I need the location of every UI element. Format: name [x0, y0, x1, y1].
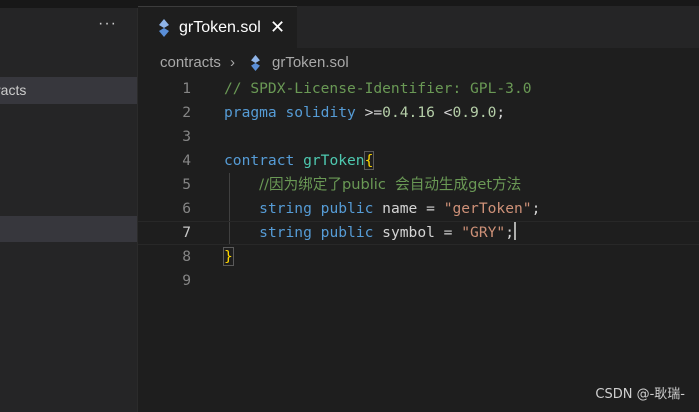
- editor-tab-bar: grToken.sol ✕: [138, 0, 699, 48]
- brace-token: }: [223, 247, 234, 266]
- keyword-token: public: [320, 224, 374, 241]
- tab-grtoken-sol[interactable]: grToken.sol ✕: [138, 6, 297, 48]
- code-line: 5 //因为绑定了public 会自动生成get方法: [138, 173, 699, 197]
- string-token: "GRY": [461, 224, 506, 241]
- line-number: 1: [182, 80, 191, 97]
- brace-token: {: [363, 151, 375, 170]
- version-token: 0.4.16: [382, 104, 435, 121]
- line-number: 6: [182, 200, 191, 217]
- line-number: 9: [182, 272, 191, 289]
- close-icon[interactable]: ✕: [270, 17, 285, 37]
- code-line: 2 pragma solidity >=0.4.16 <0.9.0;: [138, 101, 699, 125]
- breadcrumb-file[interactable]: grToken.sol: [272, 48, 349, 78]
- string-token: "gerToken": [443, 200, 532, 217]
- code-line: 8 }: [138, 245, 699, 269]
- keyword-token: contract: [224, 152, 295, 169]
- code-line: 9: [138, 269, 699, 293]
- operator-token: <: [434, 104, 453, 121]
- line-number: 7: [182, 224, 191, 241]
- more-actions-icon[interactable]: ···: [98, 14, 117, 34]
- identifier-token: name =: [373, 200, 444, 217]
- code-line: 1 // SPDX-License-Identifier: GPL-3.0: [138, 77, 699, 101]
- line-code: }: [223, 245, 234, 269]
- code-line: 3: [138, 125, 699, 149]
- line-code: string public name = "gerToken";: [224, 197, 540, 221]
- punct-token: ;: [531, 200, 541, 217]
- breadcrumb-folder[interactable]: contracts: [160, 48, 221, 78]
- keyword-token: pragma: [224, 104, 277, 121]
- line-number: 2: [182, 104, 191, 121]
- identifier-token: symbol =: [373, 224, 462, 241]
- code-line-current: 7 string public symbol = "GRY";: [138, 221, 699, 245]
- keyword-token: string: [259, 224, 312, 241]
- comment-token: // SPDX-License-Identifier: GPL-3.0: [224, 80, 532, 97]
- explorer-folder-contracts[interactable]: racts: [0, 77, 137, 104]
- line-number: 4: [182, 152, 191, 169]
- text-cursor: [514, 222, 516, 240]
- code-line: 4 contract grToken{: [138, 149, 699, 173]
- breadcrumb: contracts › grToken.sol: [138, 48, 699, 78]
- punct-token: ;: [496, 104, 506, 121]
- solidity-icon: [251, 55, 260, 71]
- sidebar-top-strip: [0, 0, 138, 8]
- line-code: //因为绑定了public 会自动生成get方法: [224, 173, 521, 197]
- code-line: 6 string public name = "gerToken";: [138, 197, 699, 221]
- line-code: contract grToken{: [224, 149, 375, 173]
- contract-name-token: grToken: [303, 152, 365, 169]
- code-editor[interactable]: 1 // SPDX-License-Identifier: GPL-3.0 2 …: [138, 77, 699, 412]
- line-number: 8: [182, 248, 191, 265]
- keyword-token: string: [259, 200, 312, 217]
- watermark: CSDN @-耿瑞-: [595, 387, 685, 402]
- explorer-selected-item[interactable]: [0, 216, 137, 242]
- solidity-icon: [159, 19, 169, 37]
- punct-token: ;: [505, 224, 514, 241]
- comment-token: //因为绑定了public 会自动生成get方法: [259, 176, 522, 193]
- line-number: 5: [182, 176, 191, 193]
- line-code: // SPDX-License-Identifier: GPL-3.0: [224, 77, 532, 101]
- line-code: string public symbol = "GRY";: [224, 222, 516, 244]
- operator-token: >=: [355, 104, 383, 121]
- explorer-folder-label: racts: [0, 82, 27, 98]
- chevron-right-icon: ›: [230, 54, 235, 71]
- line-number: 3: [182, 128, 191, 145]
- line-code: pragma solidity >=0.4.16 <0.9.0;: [224, 101, 505, 125]
- keyword-token: solidity: [285, 104, 356, 121]
- keyword-token: public: [320, 200, 374, 217]
- explorer-sidebar: ··· racts: [0, 0, 138, 412]
- version-token: 0.9.0: [452, 104, 497, 121]
- tab-label: grToken.sol: [179, 19, 261, 36]
